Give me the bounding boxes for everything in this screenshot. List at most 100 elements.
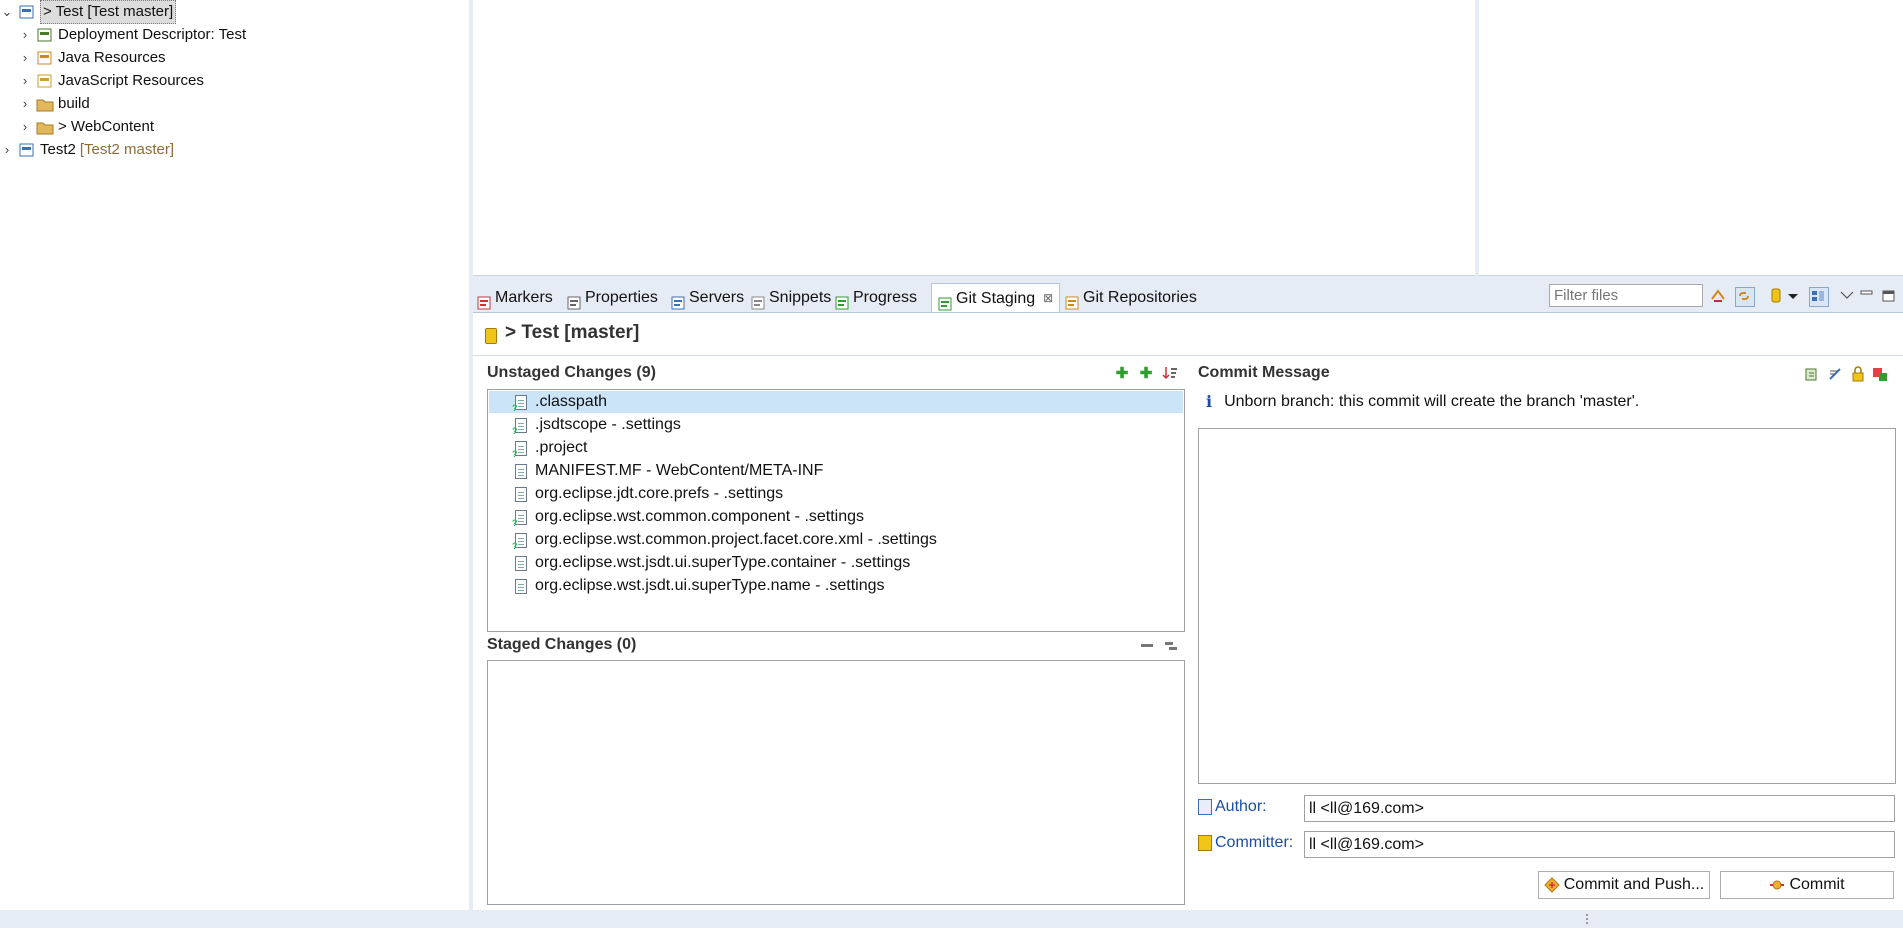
chevron-right-icon[interactable]: ›: [18, 47, 32, 69]
tab-label: Git Repositories: [1083, 289, 1197, 306]
add-change-id-icon[interactable]: [1872, 366, 1888, 382]
tree-item-label: Java Resources: [58, 49, 166, 66]
chevron-right-icon[interactable]: ›: [18, 116, 32, 138]
author-icon: [1198, 799, 1212, 815]
close-icon[interactable]: ⊠: [1043, 284, 1053, 313]
list-item[interactable]: org.eclipse.jdt.core.prefs - .settings: [489, 483, 1183, 505]
commit-message-input[interactable]: [1198, 428, 1896, 784]
folder-icon: [36, 96, 54, 112]
file-name: org.eclipse.jdt.core.prefs - .settings: [535, 485, 784, 502]
file-icon: [512, 394, 527, 419]
info-message: i Unborn branch: this commit will create…: [1206, 392, 1639, 411]
unstage-selected-icon[interactable]: [1139, 638, 1155, 654]
minimize-view-icon[interactable]: [1838, 287, 1856, 305]
descriptor-icon: [36, 27, 54, 43]
file-icon: [515, 486, 527, 502]
chevron-right-icon[interactable]: ›: [18, 24, 32, 46]
folder-icon: [36, 119, 54, 135]
file-icon: [515, 555, 527, 571]
committer-label: Committer:: [1198, 834, 1293, 852]
maximize-icon[interactable]: [1880, 287, 1898, 305]
tree-item-label: Deployment Descriptor: Test: [58, 26, 247, 43]
staged-changes-list[interactable]: [487, 660, 1185, 905]
amend-commit-icon[interactable]: [1804, 366, 1820, 382]
presentation-icon[interactable]: [1809, 287, 1829, 307]
divider: [473, 355, 1903, 356]
tree-item-label: > Test [Test master]: [40, 0, 177, 24]
tree-item-label: Test2: [40, 141, 76, 158]
list-item[interactable]: MANIFEST.MF - WebContent/META-INF: [489, 460, 1183, 482]
repository-title-text: > Test [master]: [505, 322, 640, 343]
list-item[interactable]: .jsdtscope - .settings: [489, 414, 1183, 442]
tree-item[interactable]: › JavaScript Resources: [18, 70, 204, 92]
tab-markers[interactable]: Markers: [477, 283, 553, 312]
info-icon: i: [1206, 392, 1213, 411]
committer-icon: [1198, 835, 1212, 851]
stage-all-icon[interactable]: ✚: [1138, 366, 1154, 382]
commit-message-title: Commit Message: [1198, 364, 1330, 381]
stage-selected-icon[interactable]: ✚: [1114, 366, 1130, 382]
committer-field[interactable]: ll <ll@169.com>: [1304, 831, 1895, 858]
chevron-down-icon[interactable]: ⌄: [0, 1, 14, 23]
file-icon: [512, 417, 527, 442]
sign-commit-icon[interactable]: [1850, 366, 1866, 382]
git-staging-icon: [938, 292, 952, 310]
tab-git-repositories[interactable]: Git Repositories: [1065, 283, 1197, 312]
filter-files-input[interactable]: [1549, 284, 1703, 307]
author-label: Author:: [1198, 798, 1267, 816]
unstaged-changes-list[interactable]: .classpath .jsdtscope - .settings .project…: [487, 389, 1185, 632]
list-item[interactable]: .classpath: [489, 391, 1183, 419]
tab-properties[interactable]: Properties: [567, 283, 658, 312]
chevron-right-icon[interactable]: ›: [18, 70, 32, 92]
file-name: org.eclipse.wst.common.component - .sett…: [535, 508, 865, 525]
unstage-all-icon[interactable]: [1163, 638, 1179, 654]
staged-changes-title: Staged Changes (0): [487, 636, 637, 653]
tab-progress[interactable]: Progress: [835, 283, 917, 312]
commit-label: Commit: [1789, 876, 1845, 893]
list-item[interactable]: org.eclipse.wst.jsdt.ui.superType.contai…: [489, 552, 1183, 574]
author-field[interactable]: ll <ll@169.com>: [1304, 795, 1895, 822]
properties-icon: [567, 291, 581, 309]
tab-snippets[interactable]: Snippets: [751, 283, 831, 312]
commit-button[interactable]: Commit: [1720, 871, 1894, 899]
list-item[interactable]: org.eclipse.wst.common.component - .sett…: [489, 506, 1183, 534]
servers-icon: [671, 291, 685, 309]
commit-and-push-label: Commit and Push...: [1563, 876, 1705, 893]
file-name: MANIFEST.MF - WebContent/META-INF: [535, 462, 824, 479]
tab-label: Progress: [853, 289, 918, 306]
view-menu-icon[interactable]: [1787, 287, 1805, 305]
status-bar-grip[interactable]: [1586, 914, 1590, 924]
commit-and-push-button[interactable]: Commit and Push...: [1538, 871, 1710, 899]
list-item[interactable]: .project: [489, 437, 1183, 465]
tree-item[interactable]: › Test2 [Test2 master]: [0, 139, 174, 161]
project-icon: [18, 142, 36, 158]
repository-icon[interactable]: [1767, 287, 1785, 305]
tree-item[interactable]: › > WebContent: [18, 116, 154, 138]
editor-area[interactable]: [473, 0, 1475, 276]
signed-off-icon[interactable]: [1828, 366, 1844, 382]
tree-item[interactable]: ⌄ > Test [Test master]: [0, 0, 177, 24]
tree-item[interactable]: › build: [18, 93, 90, 115]
file-icon: [512, 532, 527, 557]
link-with-selection-icon[interactable]: [1735, 287, 1755, 307]
list-item[interactable]: org.eclipse.wst.common.project.facet.cor…: [489, 529, 1183, 557]
file-icon: [515, 463, 527, 479]
file-name: org.eclipse.wst.common.project.facet.cor…: [535, 531, 937, 548]
tab-label: Git Staging: [956, 290, 1036, 307]
chevron-right-icon[interactable]: ›: [18, 93, 32, 115]
project-explorer: ⌄ > Test [Test master] › Deployment Descrip…: [0, 0, 469, 910]
compare-mode-icon[interactable]: [1709, 287, 1727, 305]
tab-git-staging[interactable]: Git Staging ⊠: [931, 283, 1061, 313]
tree-item[interactable]: › Deployment Descriptor: Test: [18, 24, 246, 46]
tree-item[interactable]: › Java Resources: [18, 47, 166, 69]
chevron-right-icon[interactable]: ›: [0, 139, 14, 161]
minimize-icon[interactable]: [1858, 287, 1876, 305]
commit-and-push-icon: [1544, 877, 1560, 893]
sort-icon[interactable]: [1162, 365, 1178, 381]
tree-item-label: > WebContent: [58, 118, 155, 135]
tab-label: Servers: [689, 289, 745, 306]
outline-area: [1479, 0, 1903, 276]
list-item[interactable]: org.eclipse.wst.jsdt.ui.superType.name -…: [489, 575, 1183, 597]
status-bar: [0, 910, 1903, 928]
tab-servers[interactable]: Servers: [671, 283, 744, 312]
